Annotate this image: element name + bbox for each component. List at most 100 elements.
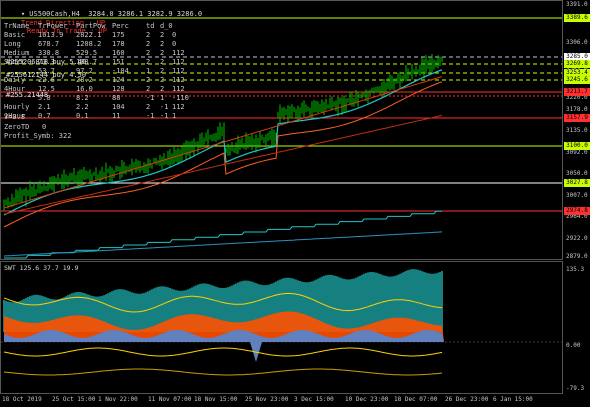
- stats-cell: 112: [172, 76, 185, 84]
- stats-cell: -1: [146, 112, 155, 120]
- stats-cell: -1: [146, 94, 155, 102]
- indicator-layer: [1, 269, 562, 376]
- stats-col-trpower: TrPower: [38, 22, 68, 30]
- stats-cell: -1: [160, 112, 169, 120]
- slope-line-blue: [3, 231, 443, 257]
- stats-cell: 151: [112, 58, 125, 66]
- stats-cell: 178: [112, 40, 125, 48]
- trend-line-red: [3, 115, 443, 215]
- stats-cell: 2: [160, 58, 165, 66]
- stats-cell: 112: [172, 58, 185, 66]
- price-tag: 3027.8: [564, 179, 590, 187]
- time-axis-label: 18 Oct 2019: [2, 396, 42, 403]
- stats-cell: 2: [146, 76, 151, 84]
- stats-cell: Hourly: [4, 103, 30, 111]
- zero-td-label: ZeroTD: [4, 123, 30, 131]
- stats-cell: 0: [172, 31, 177, 39]
- stats-cell: 11: [112, 112, 121, 120]
- price-axis-top: 3391.0: [566, 1, 588, 8]
- stats-col-perc: Perc: [112, 22, 129, 30]
- stats-cell: 678.7: [38, 40, 60, 48]
- order-label-2[interactable]: #255612144 buy 4.50: [6, 71, 86, 79]
- stats-cell: 88: [112, 94, 121, 102]
- price-tag: 3100.0: [564, 142, 590, 150]
- price-tag: 2974.8: [564, 207, 590, 215]
- price-tag: 3389.6: [564, 14, 590, 22]
- signal-line-yellow-2: [3, 347, 443, 357]
- stats-cell: -110: [172, 94, 189, 102]
- stats-cell: 2.1: [38, 103, 51, 111]
- stats-col-trname: TrName: [4, 22, 30, 30]
- stats-cell: 104: [112, 103, 125, 111]
- price-axis-label: 3092.0: [566, 149, 588, 156]
- stats-cell: 2: [160, 76, 165, 84]
- stats-col-partpow: PartPow: [76, 22, 106, 30]
- stats-cell: 2: [146, 31, 151, 39]
- time-axis-label: 10 Dec 23:00: [345, 396, 389, 403]
- stats-cell: 529.5: [76, 49, 98, 57]
- signal-line-yellow-3: [3, 368, 443, 376]
- stats-cell: 0: [172, 40, 177, 48]
- ma-orange: [3, 81, 443, 228]
- stats-cell: 2: [160, 31, 165, 39]
- stats-cell: Medium: [4, 49, 30, 57]
- price-axis-label: 3306.0: [566, 39, 588, 46]
- stats-cell: 1: [172, 112, 177, 120]
- stats-cell: 2: [160, 67, 165, 75]
- stats-cell: -1: [160, 103, 169, 111]
- order-label-1[interactable]: #255206818 buy 5.40: [6, 58, 86, 66]
- stats-cell: Basic: [4, 31, 26, 39]
- price-tag: 3269.8: [564, 60, 590, 68]
- price-tag: 3157.9: [564, 114, 590, 122]
- stats-cell: -104: [112, 67, 129, 75]
- time-axis-label: 26 Dec 23:00: [445, 396, 489, 403]
- stats-cell: 2.2: [76, 103, 89, 111]
- chart-window: ▾ US500Cash,H4 3284.0 3286.1 3282.9 3286…: [0, 0, 590, 407]
- stats-cell: 330.8: [38, 49, 60, 57]
- stats-cell: 2822.1: [76, 31, 102, 39]
- indicator-label: SWT 125.6 37.7 19.9: [4, 264, 79, 272]
- stats-cell: 128: [112, 85, 125, 93]
- price-axis-label: 3135.0: [566, 127, 588, 134]
- price-axis-label: 2879.0: [566, 253, 588, 260]
- order-label-3[interactable]: #255.21448: [6, 91, 48, 99]
- price-axis-label: 3050.0: [566, 170, 588, 177]
- price-axis-label: 3007.0: [566, 192, 588, 199]
- stats-cell: 16.0: [76, 85, 93, 93]
- stats-cell: 112: [172, 85, 185, 93]
- step-line-cyan: [4, 210, 442, 259]
- stats-cell: 160: [112, 49, 125, 57]
- stats-cell: 2: [146, 85, 151, 93]
- stats-cell: 175: [112, 31, 125, 39]
- stats-cell: 2: [146, 49, 151, 57]
- stats-cell: 124: [112, 76, 125, 84]
- stats-cell: 112: [172, 49, 185, 57]
- time-axis-label: 1 Nov 22:00: [98, 396, 138, 403]
- time-axis-label: 6 Jan 15:00: [493, 396, 533, 403]
- price-axis-label: 2922.0: [566, 235, 588, 242]
- stats-cell: 2: [146, 103, 151, 111]
- stats-cell: 0.1: [76, 112, 89, 120]
- time-axis-label: 18 Dec 07:00: [394, 396, 438, 403]
- profit-symbol: Profit_Symb: 322: [4, 132, 72, 140]
- stats-cell: 2: [160, 49, 165, 57]
- stats-cell: 112: [172, 67, 185, 75]
- stats-col-td: td: [146, 22, 155, 30]
- indicator-axis-bottom: -79.3: [566, 385, 585, 392]
- stats-cell: 1208.2: [76, 40, 102, 48]
- time-axis-label: 18 Nov 15:00: [194, 396, 238, 403]
- stats-cell: Long: [4, 40, 21, 48]
- price-tag: 3245.6: [564, 76, 590, 84]
- stats-cell: 8.2: [76, 94, 89, 102]
- time-axis-label: 25 Nov 23:00: [245, 396, 289, 403]
- price-tag: 3213.7: [564, 88, 590, 96]
- stats-cell: 2: [160, 85, 165, 93]
- stats-cell: 1: [160, 94, 165, 102]
- stats-cell: 1613.9: [38, 31, 64, 39]
- stats-cell: 2: [146, 58, 151, 66]
- stats-cell: 1: [146, 67, 151, 75]
- time-axis-label: 25 Oct 15:00: [52, 396, 96, 403]
- stats-col-d_0: d_0: [160, 22, 173, 30]
- stats-cell: 2: [160, 40, 165, 48]
- stats-cell: 112: [172, 103, 185, 111]
